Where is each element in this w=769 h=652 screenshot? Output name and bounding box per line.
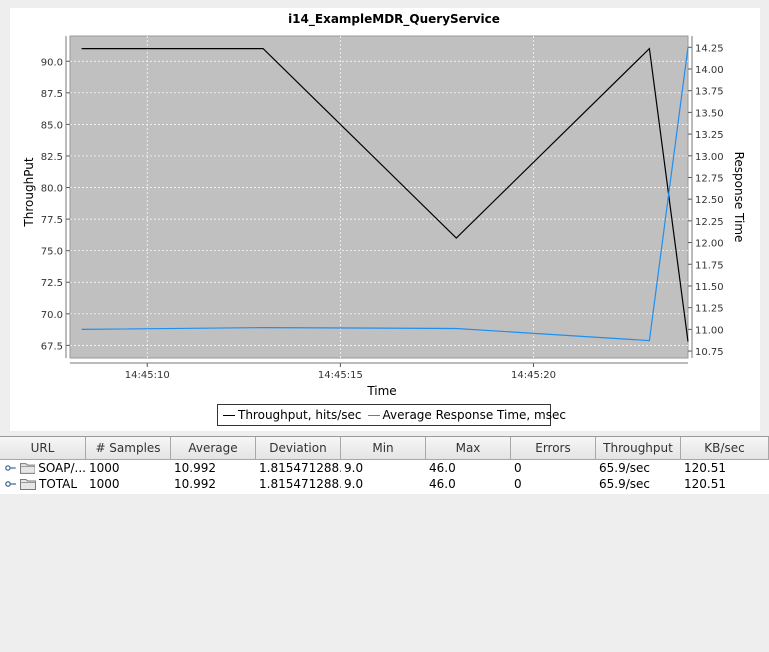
- url-text: SOAP/...: [38, 461, 86, 475]
- average-cell: 10.992: [174, 477, 216, 491]
- folder-icon: [19, 463, 36, 474]
- legend-label-response-time: Average Response Time, msec: [382, 408, 566, 422]
- throughput-cell: 65.9/sec: [599, 461, 650, 475]
- samples-cell: 1000: [89, 461, 120, 475]
- column-header-average[interactable]: Average: [171, 437, 256, 460]
- y-right-tick-label: 14.00: [695, 65, 724, 76]
- x-tick-label: 14:45:10: [125, 370, 170, 381]
- y-right-tick-label: 13.75: [695, 87, 724, 98]
- column-header-url[interactable]: URL: [0, 437, 86, 460]
- kbsec-cell: 120.51: [684, 477, 726, 491]
- errors-cell: 0: [514, 477, 522, 491]
- y-left-tick-label: 80.0: [41, 184, 63, 195]
- legend-entry-throughput: Throughput, hits/sec: [223, 408, 362, 422]
- column-header-errors[interactable]: Errors: [511, 437, 596, 460]
- x-tick-label: 14:45:15: [318, 370, 363, 381]
- y-right-tick-label: 11.00: [695, 325, 724, 336]
- y-right-tick-label: 12.00: [695, 239, 724, 250]
- column-header-throughput[interactable]: Throughput: [596, 437, 681, 460]
- chart-panel: i14_ExampleMDR_QueryService 90.0 87.5 85.0 8…: [10, 8, 760, 431]
- legend-swatch-response-time: [367, 414, 380, 416]
- y-left-tick-label: 72.5: [41, 278, 63, 289]
- column-header-max[interactable]: Max: [426, 437, 511, 460]
- y-right-tick-label: 13.25: [695, 130, 724, 141]
- column-header-samples[interactable]: # Samples: [86, 437, 171, 460]
- table-row[interactable]: SOAP/... 1000 10.992 1.815471288... 9.0 …: [0, 460, 769, 476]
- average-cell: 10.992: [174, 461, 216, 475]
- y-right-tick-label: 11.25: [695, 304, 724, 315]
- results-table[interactable]: URL # Samples Average Deviation Min Max …: [0, 436, 769, 652]
- table-header: URL # Samples Average Deviation Min Max …: [0, 437, 769, 460]
- y-right-tick-label: 12.75: [695, 173, 724, 184]
- y-left-tick-label: 77.5: [41, 215, 63, 226]
- y-right-tick-label: 12.25: [695, 217, 724, 228]
- key-connector-icon[interactable]: [5, 464, 17, 472]
- y-right-tick-label: 14.25: [695, 43, 724, 54]
- legend-entry-response-time: Average Response Time, msec: [367, 408, 566, 422]
- x-tick-label: 14:45:20: [511, 370, 556, 381]
- y-left-tick-label: 67.5: [41, 341, 63, 352]
- max-cell: 46.0: [429, 461, 456, 475]
- plot-area: [69, 35, 689, 359]
- min-cell: 9.0: [344, 461, 364, 475]
- y-left-tick-label: 70.0: [41, 310, 63, 321]
- column-header-kbsec[interactable]: KB/sec: [681, 437, 769, 460]
- deviation-cell: 1.815471288...: [259, 461, 341, 475]
- y-right-tick-label: 10.75: [695, 347, 724, 358]
- chart-legend: Throughput, hits/sec Average Response Ti…: [217, 404, 566, 426]
- y-right-axis-label: Response Time: [732, 152, 746, 243]
- y-left-tick-label: 87.5: [41, 89, 63, 100]
- y-left-axis-label: ThroughPut: [22, 157, 36, 227]
- errors-cell: 0: [514, 461, 522, 475]
- column-header-deviation[interactable]: Deviation: [256, 437, 341, 460]
- legend-label-throughput: Throughput, hits/sec: [238, 408, 362, 422]
- table-body: SOAP/... 1000 10.992 1.815471288... 9.0 …: [0, 460, 769, 494]
- max-cell: 46.0: [429, 477, 456, 491]
- y-right-tick-label: 11.50: [695, 282, 724, 293]
- y-left-tick-label: 90.0: [41, 57, 63, 68]
- key-connector-icon[interactable]: [5, 480, 17, 488]
- y-right-tick-label: 12.50: [695, 195, 724, 206]
- url-cell: TOTAL: [0, 476, 86, 492]
- column-header-min[interactable]: Min: [341, 437, 426, 460]
- y-left-tick-label: 82.5: [41, 152, 63, 163]
- y-left-tick-label: 75.0: [41, 247, 63, 258]
- throughput-cell: 65.9/sec: [599, 477, 650, 491]
- deviation-cell: 1.815471288...: [259, 477, 341, 491]
- min-cell: 9.0: [344, 477, 364, 491]
- samples-cell: 1000: [89, 477, 120, 491]
- chart-title: i14_ExampleMDR_QueryService: [288, 12, 500, 27]
- table-row[interactable]: TOTAL 1000 10.992 1.815471288... 9.0 46.…: [0, 476, 769, 492]
- y-left-tick-label: 85.0: [41, 120, 63, 131]
- url-text: TOTAL: [39, 477, 78, 491]
- throughput-chart: i14_ExampleMDR_QueryService 90.0 87.5 85.0 8…: [22, 12, 746, 398]
- x-axis-label: Time: [366, 384, 396, 398]
- y-right-tick-label: 13.50: [695, 108, 724, 119]
- y-right-tick-label: 13.00: [695, 152, 724, 163]
- url-cell: SOAP/...: [0, 460, 86, 476]
- folder-icon: [20, 479, 36, 490]
- y-right-tick-label: 11.75: [695, 260, 724, 271]
- kbsec-cell: 120.51: [684, 461, 726, 475]
- legend-swatch-throughput: [223, 414, 235, 416]
